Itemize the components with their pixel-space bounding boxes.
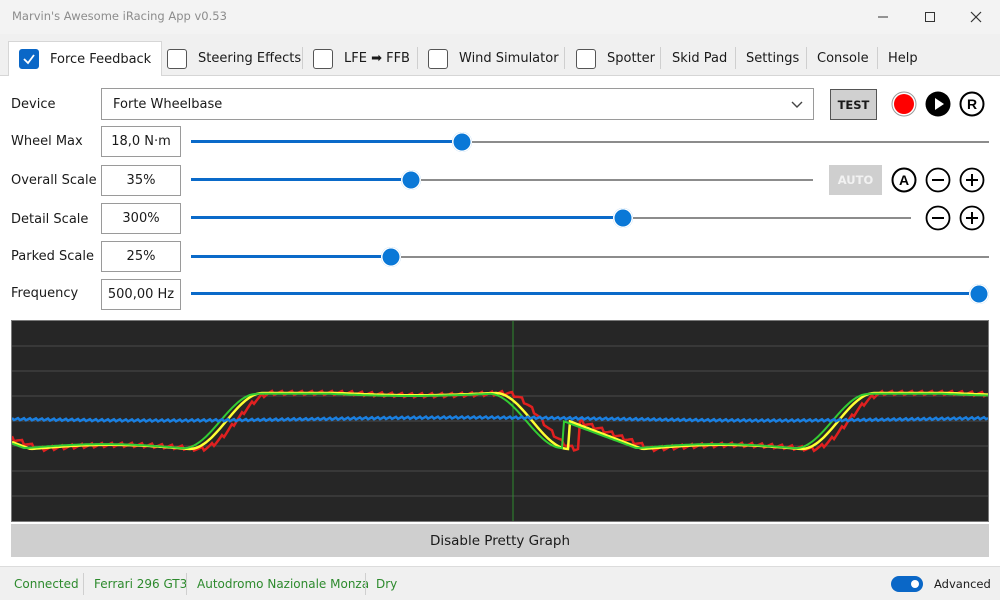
tab-steering-effects[interactable]: Steering Effects (157, 41, 311, 76)
device-value: Forte Wheelbase (113, 96, 223, 112)
tab-label: Help (888, 51, 918, 66)
slider-thumb[interactable] (452, 132, 472, 152)
tab-wind-simulator[interactable]: Wind Simulator (418, 41, 569, 76)
replay-icon[interactable]: R (959, 91, 985, 117)
status-divider (83, 573, 84, 595)
maximize-icon (925, 12, 935, 22)
chevron-down-icon (791, 101, 803, 108)
status-divider (365, 573, 366, 595)
svg-text:A: A (899, 172, 909, 188)
tab-divider (735, 47, 736, 69)
parked-scale-slider[interactable] (191, 247, 989, 267)
frequency-input[interactable]: 500,00 Hz (101, 279, 181, 310)
tab-help[interactable]: Help (878, 41, 928, 76)
tab-settings[interactable]: Settings (736, 41, 809, 76)
slider-fill (191, 216, 623, 219)
tab-divider (660, 47, 661, 69)
slider-fill (191, 140, 462, 143)
tab-force-feedback[interactable]: Force Feedback (8, 41, 163, 77)
force-feedback-panel: Device Forte Wheelbase TEST R Wheel Max … (0, 76, 1000, 566)
ffb-graph (11, 320, 989, 522)
frequency-label: Frequency (11, 286, 79, 301)
tab-label: Force Feedback (50, 51, 152, 67)
ffb-graph-canvas (12, 321, 988, 521)
wheel-max-input[interactable]: 18,0 N·m (101, 126, 181, 157)
status-divider (186, 573, 187, 595)
tab-divider (806, 47, 807, 69)
weather-status: Dry (376, 577, 398, 591)
toggle-knob (911, 580, 919, 588)
wheel-max-label: Wheel Max (11, 134, 83, 149)
plus-icon[interactable] (959, 167, 985, 193)
tab-divider (417, 47, 418, 69)
spotter-checkbox[interactable] (576, 48, 596, 69)
checkmark-icon (23, 54, 35, 65)
test-button[interactable]: TEST (830, 89, 877, 120)
steering-effects-checkbox[interactable] (167, 48, 187, 69)
slider-fill (191, 178, 411, 181)
parked-scale-label: Parked Scale (11, 249, 94, 264)
slider-thumb[interactable] (381, 247, 401, 267)
frequency-slider[interactable] (191, 284, 989, 304)
track-name: Autodromo Nazionale Monza (197, 577, 370, 591)
title-bar: Marvin's Awesome iRacing App v0.53 (0, 0, 1000, 34)
overall-scale-input[interactable]: 35% (101, 165, 181, 196)
tab-lfe-ffb[interactable]: LFE ➡ FFB (303, 41, 420, 76)
slider-fill (191, 255, 391, 258)
tab-label: Wind Simulator (459, 51, 559, 66)
tab-label: Skid Pad (672, 51, 728, 66)
minimize-button[interactable] (860, 0, 906, 34)
close-icon (970, 11, 982, 23)
tab-label: LFE ➡ FFB (344, 51, 410, 66)
wheel-max-slider[interactable] (191, 132, 989, 152)
connection-status: Connected (14, 577, 79, 591)
tab-divider (564, 47, 565, 69)
tab-spotter[interactable]: Spotter (566, 41, 665, 76)
status-bar: Connected Ferrari 296 GT3 Autodromo Nazi… (0, 566, 1000, 600)
svg-text:R: R (967, 96, 977, 112)
tab-bar: Force Feedback Steering Effects LFE ➡ FF… (0, 34, 1000, 77)
tab-label: Settings (746, 51, 800, 66)
tab-label: Spotter (607, 51, 655, 66)
slider-fill (191, 292, 979, 295)
tab-divider (302, 47, 303, 69)
slider-thumb[interactable] (401, 170, 421, 190)
tab-label: Steering Effects (198, 51, 302, 66)
minus-icon[interactable] (925, 167, 951, 193)
tab-divider (877, 47, 878, 69)
detail-scale-label: Detail Scale (11, 212, 89, 227)
device-dropdown[interactable]: Forte Wheelbase (101, 88, 814, 120)
tab-label: Console (817, 51, 869, 66)
overall-scale-label: Overall Scale (11, 173, 97, 188)
tab-console[interactable]: Console (807, 41, 879, 76)
tab-skid-pad[interactable]: Skid Pad (662, 41, 737, 76)
device-label: Device (11, 97, 56, 112)
slider-thumb[interactable] (613, 208, 633, 228)
plus-icon[interactable] (959, 205, 985, 231)
lfe-ffb-checkbox[interactable] (313, 48, 333, 69)
minimize-icon (878, 16, 888, 18)
wind-simulator-checkbox[interactable] (428, 48, 448, 69)
slider-thumb[interactable] (969, 284, 989, 304)
advanced-toggle[interactable] (891, 576, 923, 592)
advanced-label: Advanced (934, 577, 991, 591)
detail-scale-slider[interactable] (191, 208, 911, 228)
auto-button[interactable]: AUTO (829, 165, 882, 195)
parked-scale-input[interactable]: 25% (101, 241, 181, 272)
close-button[interactable] (953, 0, 999, 34)
disable-pretty-graph-button[interactable]: Disable Pretty Graph (11, 524, 989, 557)
force-feedback-checkbox[interactable] (19, 49, 39, 69)
auto-a-icon[interactable]: A (891, 167, 917, 193)
overall-scale-slider[interactable] (191, 170, 813, 190)
minus-icon[interactable] (925, 205, 951, 231)
detail-scale-input[interactable]: 300% (101, 203, 181, 234)
window-title: Marvin's Awesome iRacing App v0.53 (12, 9, 227, 23)
car-name: Ferrari 296 GT3 (94, 577, 188, 591)
record-icon[interactable] (891, 91, 917, 117)
play-icon[interactable] (925, 91, 951, 117)
maximize-button[interactable] (907, 0, 953, 34)
